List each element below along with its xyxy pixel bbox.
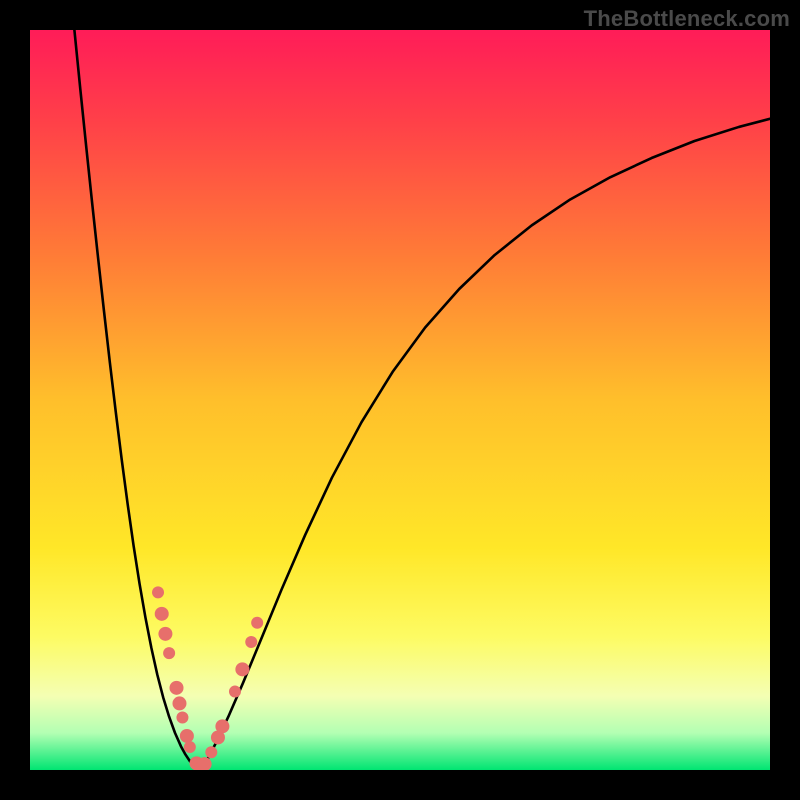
marker-point	[170, 681, 184, 695]
marker-point	[163, 647, 175, 659]
chart-frame: TheBottleneck.com	[0, 0, 800, 800]
marker-point	[235, 662, 249, 676]
marker-point	[176, 711, 188, 723]
marker-point	[155, 607, 169, 621]
marker-point	[158, 627, 172, 641]
marker-point	[184, 741, 196, 753]
marker-point	[172, 696, 186, 710]
marker-point	[215, 719, 229, 733]
marker-point	[245, 636, 257, 648]
watermark-text: TheBottleneck.com	[584, 6, 790, 32]
chart-plot-area	[30, 30, 770, 770]
chart-background	[30, 30, 770, 770]
chart-svg	[30, 30, 770, 770]
marker-point	[152, 586, 164, 598]
marker-point	[229, 686, 241, 698]
marker-point	[251, 617, 263, 629]
marker-point	[180, 729, 194, 743]
marker-point	[205, 746, 217, 758]
